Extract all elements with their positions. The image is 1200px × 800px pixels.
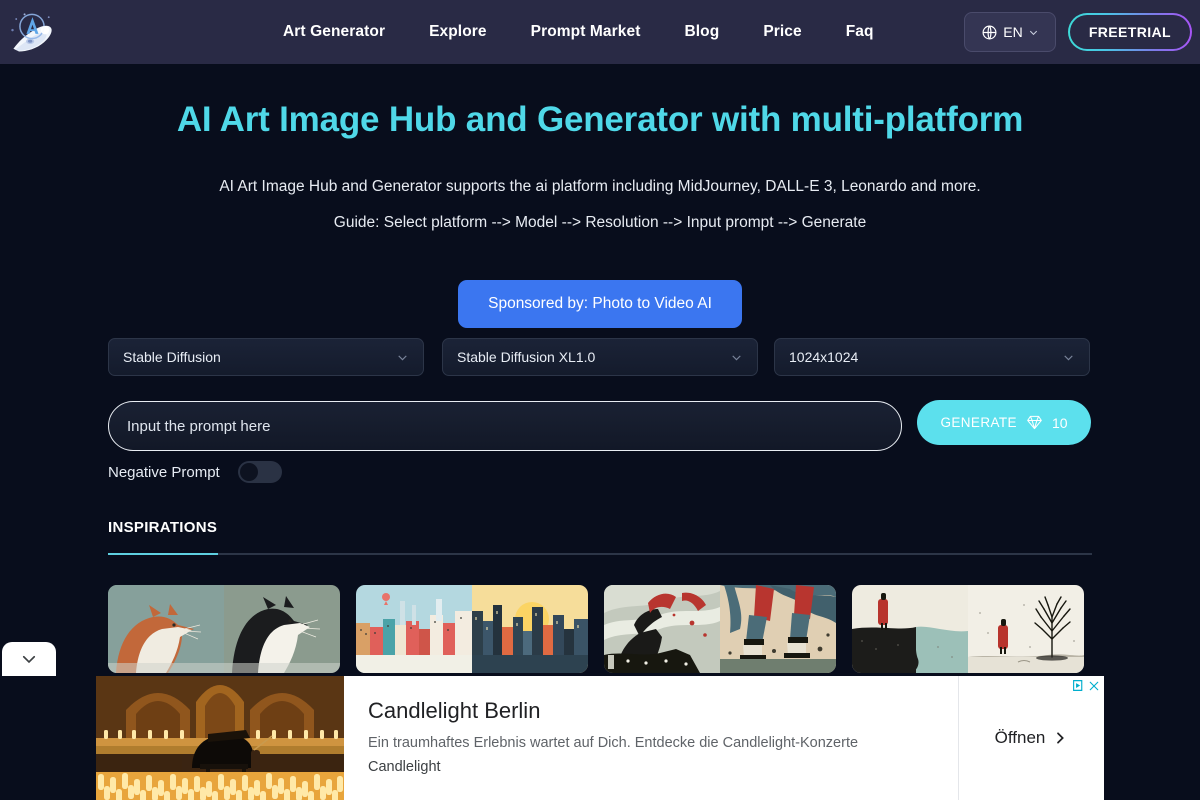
language-label: EN: [1003, 24, 1023, 40]
ad-controls: [1072, 679, 1100, 692]
prompt-placeholder: Input the prompt here: [127, 417, 271, 435]
inspirations-underline: [108, 553, 1092, 555]
freetrial-label: FREETRIAL: [1088, 24, 1171, 40]
ad-open-label: Öffnen: [994, 728, 1046, 747]
prompt-input[interactable]: Input the prompt here: [108, 401, 902, 451]
globe-icon: [982, 25, 997, 39]
close-icon[interactable]: [1088, 680, 1100, 692]
generate-cost: 10: [1051, 414, 1068, 431]
gem-icon: [1027, 415, 1042, 430]
page-root: Art Generator Explore Prompt Market Blog…: [0, 0, 1200, 800]
nav-links: Art Generator Explore Prompt Market Blog…: [283, 0, 896, 64]
chevron-down-icon: [22, 655, 36, 664]
navbar: Art Generator Explore Prompt Market Blog…: [0, 0, 1200, 64]
ad-banner: Candlelight Berlin Ein traumhaftes Erleb…: [96, 676, 1104, 800]
inspirations-heading: INSPIRATIONS: [108, 519, 218, 536]
rocket-logo[interactable]: [4, 4, 60, 60]
toggle-knob: [239, 463, 258, 481]
ad-text-body: Candlelight Berlin Ein traumhaftes Erleb…: [344, 676, 958, 800]
platform-select[interactable]: Stable Diffusion: [108, 338, 424, 376]
chevron-right-icon: [1057, 732, 1065, 744]
hero-guide-text: Guide: Select platform --> Model --> Res…: [333, 214, 867, 231]
page-title: AI Art Image Hub and Generator with mult…: [176, 100, 1024, 139]
chevron-down-icon: [1064, 354, 1073, 361]
adchoices-icon[interactable]: [1072, 679, 1085, 692]
nav-item-art-generator[interactable]: Art Generator: [283, 23, 407, 41]
collapse-panel-toggle[interactable]: [2, 642, 56, 676]
resolution-select-value: 1024x1024: [789, 349, 859, 365]
model-select[interactable]: Stable Diffusion XL1.0: [442, 338, 758, 376]
inspiration-card-red-coat-minimal[interactable]: [852, 585, 1084, 673]
ad-advertiser: Candlelight: [368, 758, 441, 775]
inspiration-card-cityscapes[interactable]: [356, 585, 588, 673]
nav-item-explore[interactable]: Explore: [407, 23, 509, 41]
inspiration-card-abstract-figures[interactable]: [604, 585, 836, 673]
model-select-value: Stable Diffusion XL1.0: [457, 349, 596, 365]
generate-button[interactable]: GENERATE 10: [917, 400, 1091, 445]
ad-image[interactable]: [96, 676, 344, 800]
ad-open-button[interactable]: Öffnen: [958, 676, 1104, 800]
nav-item-faq[interactable]: Faq: [824, 23, 896, 41]
platform-select-value: Stable Diffusion: [123, 349, 221, 365]
chevron-down-icon: [732, 354, 741, 361]
nav-item-prompt-market[interactable]: Prompt Market: [509, 23, 663, 41]
inspirations-card-list: [108, 585, 1084, 673]
negative-prompt-toggle[interactable]: [237, 461, 282, 483]
generate-label: GENERATE: [940, 415, 1017, 430]
nav-item-price[interactable]: Price: [741, 23, 823, 41]
chevron-down-icon: [398, 354, 407, 361]
hero-subtitle: AI Art Image Hub and Generator supports …: [219, 178, 981, 195]
inspiration-card-cats[interactable]: [108, 585, 340, 673]
negative-prompt-label: Negative Prompt: [108, 463, 220, 481]
freetrial-button[interactable]: FREETRIAL: [1067, 13, 1192, 51]
resolution-select[interactable]: 1024x1024: [774, 338, 1090, 376]
sponsored-label: Sponsored by: Photo to Video AI: [488, 295, 712, 312]
language-selector[interactable]: EN: [964, 12, 1056, 52]
ad-description: Ein traumhaftes Erlebnis wartet auf Dich…: [368, 735, 859, 752]
nav-item-blog[interactable]: Blog: [662, 23, 741, 41]
chevron-down-icon: [1029, 30, 1037, 35]
ad-title[interactable]: Candlelight Berlin: [368, 698, 938, 723]
negative-prompt-row: Negative Prompt: [108, 461, 282, 483]
sponsored-banner-button[interactable]: Sponsored by: Photo to Video AI: [458, 280, 742, 328]
